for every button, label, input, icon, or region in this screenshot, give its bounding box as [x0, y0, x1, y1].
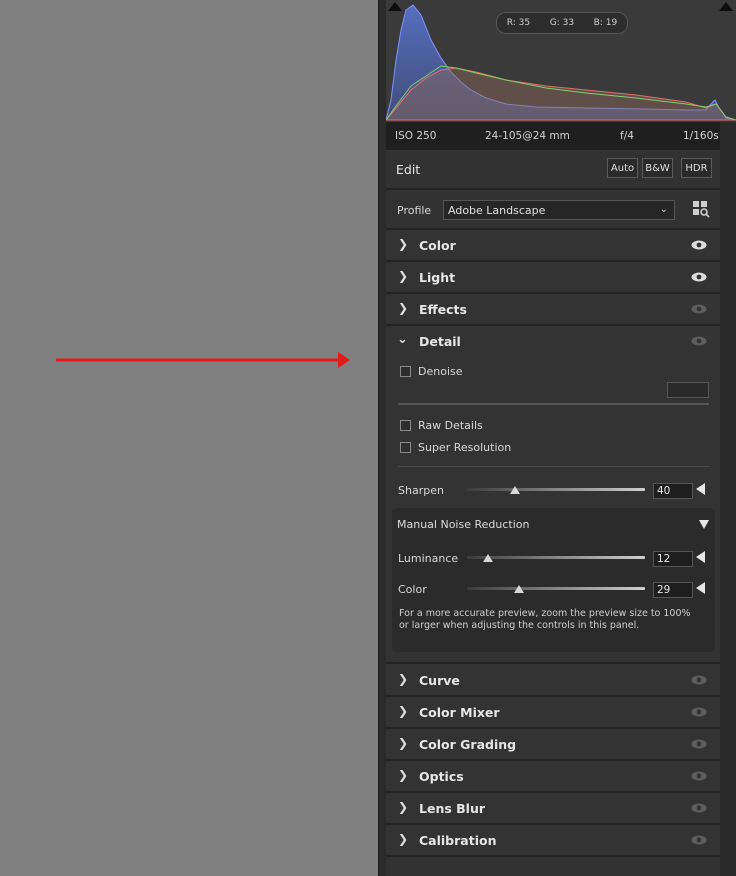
- color-nr-thumb[interactable]: [513, 585, 524, 593]
- profile-value: Adobe Landscape: [448, 204, 546, 217]
- bw-button[interactable]: B&W: [642, 158, 673, 178]
- eye-icon[interactable]: [691, 803, 707, 813]
- denoise-slider-disabled: [398, 403, 709, 405]
- chevron-right-icon: ❯: [398, 269, 409, 283]
- chevron-right-icon: ❯: [398, 704, 409, 718]
- denoise-checkbox[interactable]: [400, 366, 411, 377]
- section-title: Light: [419, 270, 456, 285]
- eye-icon[interactable]: [691, 240, 707, 250]
- super-resolution-label: Super Resolution: [418, 441, 512, 454]
- highlight-clipping-icon[interactable]: [719, 2, 733, 11]
- color-nr-value-field[interactable]: 29: [653, 582, 693, 598]
- b-label: B:: [593, 18, 603, 28]
- section-title: Color Grading: [419, 737, 517, 752]
- section-detail[interactable]: ⌄ Detail: [386, 326, 720, 356]
- detail-body: Denoise Raw Details Super Resolution Sha…: [386, 356, 720, 664]
- chevron-right-icon: ❯: [398, 237, 409, 251]
- b-value: 19: [605, 18, 618, 28]
- denoise-value-field: [667, 382, 709, 398]
- section-title: Color: [419, 238, 456, 253]
- eye-icon[interactable]: [691, 675, 707, 685]
- sharpen-value-field[interactable]: 40: [653, 483, 693, 499]
- section-light[interactable]: ❯ Light: [386, 262, 720, 294]
- section-title: Effects: [419, 302, 467, 317]
- chevron-down-icon: ⌄: [659, 204, 668, 215]
- section-color[interactable]: ❯ Color: [386, 230, 720, 262]
- histogram: R: 35 G: 33 B: 19: [386, 0, 736, 122]
- eye-icon[interactable]: [691, 707, 707, 717]
- shadow-clipping-icon[interactable]: [388, 2, 402, 11]
- noise-reduction-group: Manual Noise Reduction Luminance 12 Colo…: [392, 508, 715, 652]
- chevron-right-icon: ❯: [398, 832, 409, 846]
- collapse-triangle-icon[interactable]: [699, 520, 709, 529]
- section-title: Calibration: [419, 833, 497, 848]
- eye-icon[interactable]: [691, 739, 707, 749]
- luminance-value-field[interactable]: 12: [653, 551, 693, 567]
- g-value: 33: [562, 18, 575, 28]
- sharpen-reset-icon[interactable]: [696, 483, 705, 495]
- eye-icon[interactable]: [691, 336, 707, 346]
- chevron-down-icon: ⌄: [397, 332, 408, 347]
- edit-panel: R: 35 G: 33 B: 19 ISO 250 24-105@24 mm f…: [386, 0, 736, 876]
- denoise-label: Denoise: [418, 365, 463, 378]
- profile-browser-icon[interactable]: [692, 200, 710, 218]
- red-annotation-arrow: [56, 352, 350, 368]
- chevron-right-icon: ❯: [398, 672, 409, 686]
- shutter-value: 1/160s: [683, 130, 719, 142]
- profile-row: Profile Adobe Landscape ⌄: [386, 190, 720, 230]
- section-title: Lens Blur: [419, 801, 486, 816]
- r-label: R:: [506, 18, 516, 28]
- color-nr-label: Color: [398, 583, 427, 596]
- chevron-right-icon: ❯: [398, 768, 409, 782]
- eye-icon[interactable]: [691, 771, 707, 781]
- hdr-button[interactable]: HDR: [681, 158, 712, 178]
- edit-title: Edit: [396, 162, 421, 177]
- noise-reduction-title: Manual Noise Reduction: [397, 518, 530, 531]
- section-optics[interactable]: ❯ Optics: [386, 761, 720, 793]
- divider: [398, 466, 709, 467]
- rgb-readout: R: 35 G: 33 B: 19: [496, 12, 628, 34]
- sharpen-thumb[interactable]: [510, 486, 521, 494]
- chevron-right-icon: ❯: [398, 800, 409, 814]
- exif-bar: ISO 250 24-105@24 mm f/4 1/160s: [386, 122, 720, 150]
- color-nr-track[interactable]: [467, 587, 645, 590]
- section-curve[interactable]: ❯ Curve: [386, 665, 720, 697]
- sharpen-label: Sharpen: [398, 484, 444, 497]
- eye-icon[interactable]: [691, 272, 707, 282]
- sharpen-track[interactable]: [467, 488, 645, 491]
- section-title: Detail: [419, 334, 461, 349]
- eye-icon[interactable]: [691, 835, 707, 845]
- section-color-grading[interactable]: ❯ Color Grading: [386, 729, 720, 761]
- luminance-thumb[interactable]: [483, 554, 494, 562]
- chevron-right-icon: ❯: [398, 301, 409, 315]
- section-title: Optics: [419, 769, 464, 784]
- preview-hint-text: For a more accurate preview, zoom the pr…: [399, 608, 691, 631]
- profile-label: Profile: [397, 204, 432, 217]
- aperture-value: f/4: [620, 130, 634, 142]
- color-nr-reset-icon[interactable]: [696, 582, 705, 594]
- luminance-label: Luminance: [398, 552, 459, 565]
- luminance-track[interactable]: [467, 556, 645, 559]
- eye-icon[interactable]: [691, 304, 707, 314]
- r-value: 35: [518, 18, 531, 28]
- chevron-right-icon: ❯: [398, 736, 409, 750]
- profile-select[interactable]: Adobe Landscape ⌄: [443, 200, 675, 220]
- luminance-reset-icon[interactable]: [696, 551, 705, 563]
- section-lens-blur[interactable]: ❯ Lens Blur: [386, 793, 720, 825]
- iso-value: ISO 250: [395, 130, 437, 142]
- section-title: Color Mixer: [419, 705, 500, 720]
- raw-details-checkbox[interactable]: [400, 420, 411, 431]
- g-label: G:: [549, 18, 560, 28]
- section-title: Curve: [419, 673, 460, 688]
- edit-header: Edit Auto B&W HDR: [386, 150, 720, 190]
- super-resolution-checkbox[interactable]: [400, 442, 411, 453]
- section-effects[interactable]: ❯ Effects: [386, 294, 720, 326]
- lens-value: 24-105@24 mm: [485, 130, 570, 142]
- section-color-mixer[interactable]: ❯ Color Mixer: [386, 697, 720, 729]
- raw-details-label: Raw Details: [418, 419, 483, 432]
- auto-button[interactable]: Auto: [607, 158, 638, 178]
- panel-scroll-strip: [720, 0, 736, 876]
- section-calibration[interactable]: ❯ Calibration: [386, 825, 720, 857]
